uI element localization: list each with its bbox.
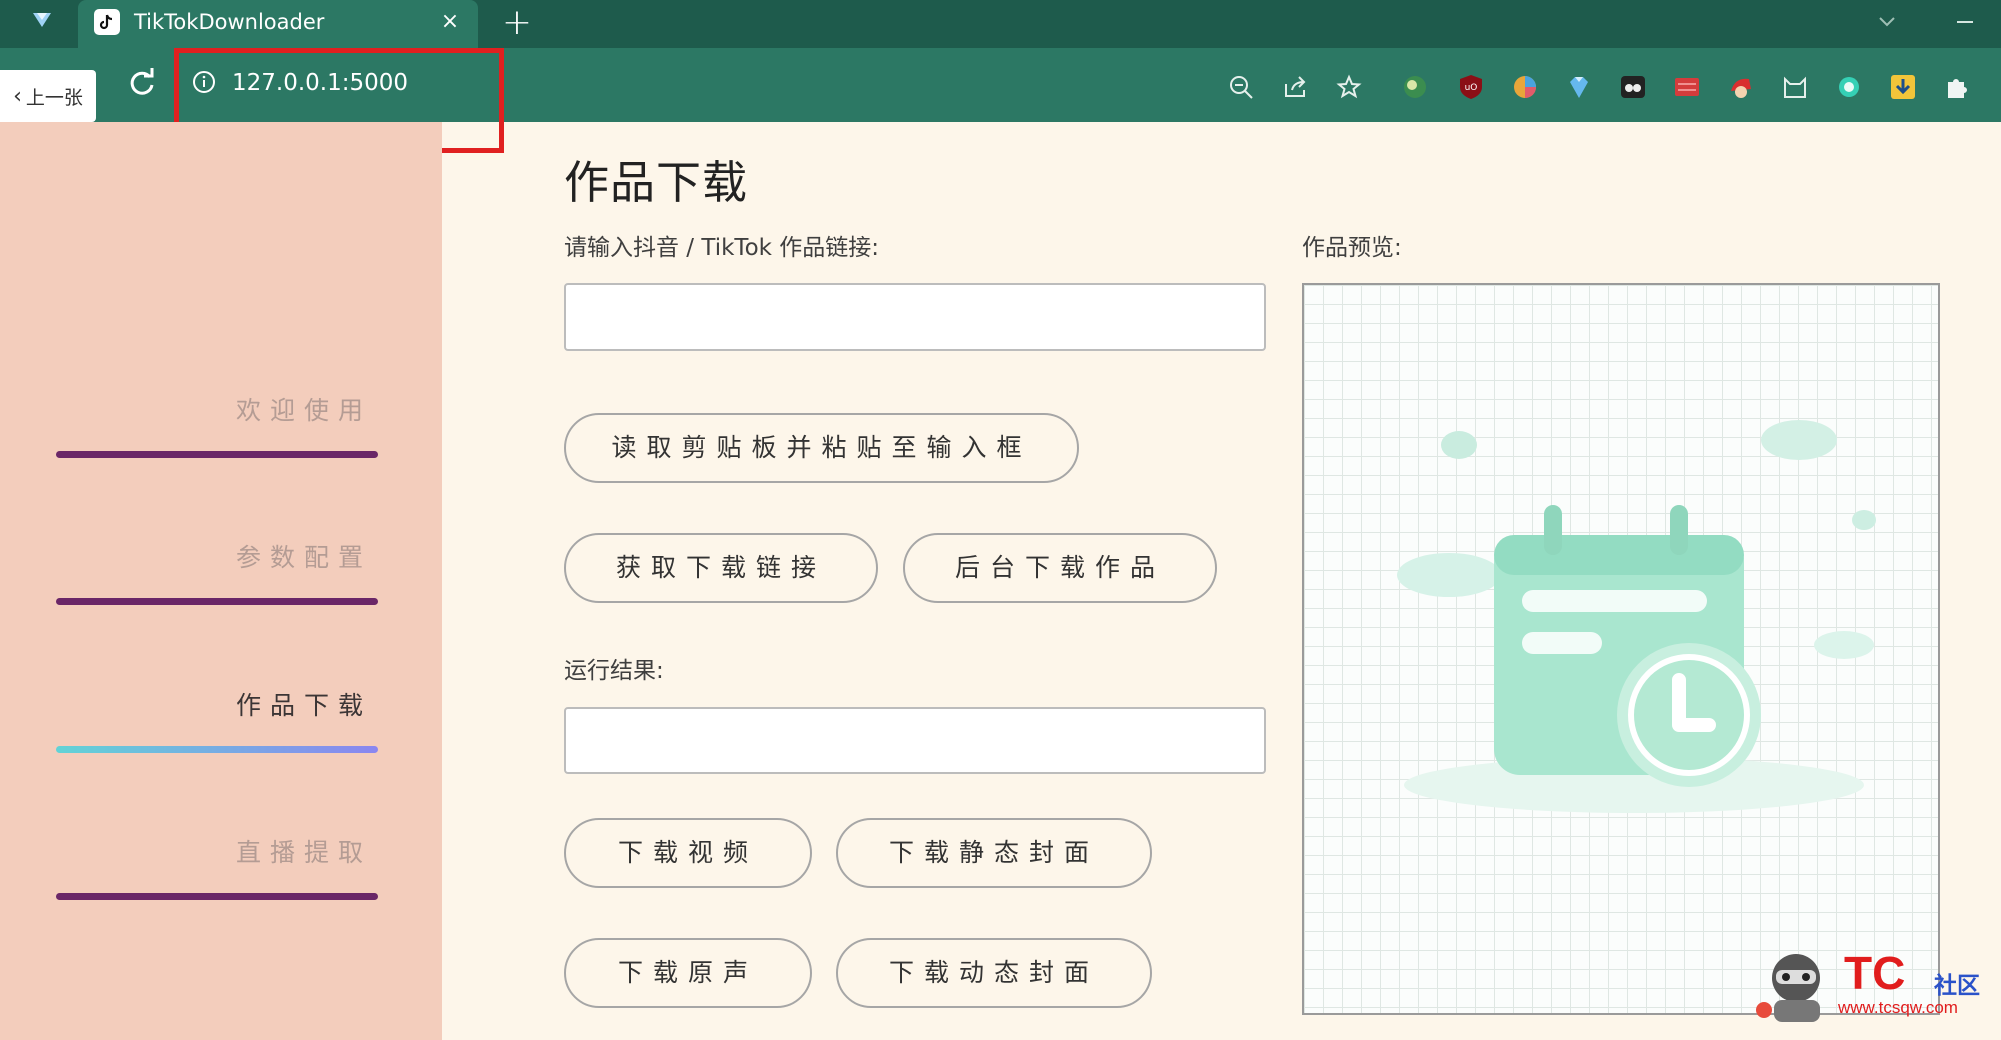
santa-icon[interactable]	[1726, 72, 1756, 102]
sidebar-item-welcome[interactable]: 欢迎使用	[56, 391, 378, 461]
color-wheel-icon[interactable]	[1510, 72, 1540, 102]
sidebar-item-settings[interactable]: 参数配置	[56, 538, 378, 608]
sidebar-item-label: 参数配置	[235, 543, 372, 572]
cat-outline-icon[interactable]	[1780, 72, 1810, 102]
tab-title: TikTokDownloader	[134, 10, 325, 34]
sidebar-item-underline	[56, 598, 378, 605]
ublock-icon[interactable]: uO	[1456, 72, 1486, 102]
minimize-icon[interactable]	[1950, 10, 1980, 34]
tiktok-icon	[94, 9, 120, 35]
link-input[interactable]	[564, 283, 1266, 351]
sidebar-item-live[interactable]: 直播提取	[56, 833, 378, 903]
result-label: 运行结果:	[564, 658, 664, 684]
sidebar-item-label: 欢迎使用	[235, 396, 372, 425]
diamond-icon[interactable]	[1564, 72, 1594, 102]
page-title: 作品下载	[564, 156, 749, 209]
chevron-left-icon: ‹	[13, 83, 22, 109]
star-icon[interactable]	[1334, 72, 1364, 102]
sidebar-item-download[interactable]: 作品下载	[56, 686, 378, 756]
site-watermark: TC 社区 www.tcsqw.com	[1754, 944, 1994, 1026]
preview-panel	[1302, 283, 1940, 1015]
share-icon[interactable]	[1280, 72, 1310, 102]
sidebar-item-underline	[56, 746, 378, 753]
browser-tab[interactable]: TikTokDownloader ×	[78, 0, 478, 48]
watermark-brand: TC	[1844, 947, 1906, 999]
svg-text:uO: uO	[1465, 83, 1478, 93]
red-card-icon[interactable]	[1672, 72, 1702, 102]
close-tab-icon[interactable]: ×	[438, 9, 462, 35]
sidebar-item-label: 直播提取	[235, 838, 372, 867]
extensions-puzzle-icon[interactable]	[1942, 72, 1972, 102]
prev-image-button[interactable]: ‹ 上一张	[0, 70, 96, 122]
sidebar-item-underline	[56, 893, 378, 900]
new-tab-button[interactable]: +	[500, 5, 534, 41]
browser-tab-bar: TikTokDownloader × +	[0, 0, 2001, 48]
sidebar-item-label: 作品下载	[235, 691, 372, 720]
calendar-clock-illustration	[1397, 420, 1876, 813]
download-dynamic-cover-button[interactable]: 下载动态封面	[836, 938, 1152, 1008]
download-icon[interactable]	[1888, 72, 1918, 102]
cat-face-icon[interactable]	[1618, 72, 1648, 102]
sidebar-item-underline	[56, 451, 378, 458]
result-output[interactable]	[564, 707, 1266, 774]
download-video-button[interactable]: 下载视频	[564, 818, 812, 888]
get-download-link-button[interactable]: 获取下载链接	[564, 533, 878, 603]
download-static-cover-button[interactable]: 下载静态封面	[836, 818, 1152, 888]
tab-search-icon[interactable]	[22, 6, 62, 34]
watermark-url: www.tcsqw.com	[1838, 998, 1958, 1017]
paste-clipboard-button[interactable]: 读取剪贴板并粘贴至输入框	[564, 413, 1079, 483]
download-audio-button[interactable]: 下载原声	[564, 938, 812, 1008]
watermark-brand-suffix: 社区	[1934, 973, 1980, 999]
link-input-label: 请输入抖音 / TikTok 作品链接:	[564, 235, 880, 261]
zoom-out-icon[interactable]	[1226, 72, 1256, 102]
reload-icon[interactable]	[124, 65, 160, 101]
chevron-down-icon[interactable]	[1872, 10, 1902, 34]
extension-recycle-icon[interactable]	[1400, 72, 1430, 102]
background-download-button[interactable]: 后台下载作品	[903, 533, 1217, 603]
prev-label: 上一张	[25, 86, 83, 109]
preview-label: 作品预览:	[1302, 235, 1402, 261]
green-circle-icon[interactable]	[1834, 72, 1864, 102]
mascot-logo-icon	[1754, 944, 1840, 1026]
